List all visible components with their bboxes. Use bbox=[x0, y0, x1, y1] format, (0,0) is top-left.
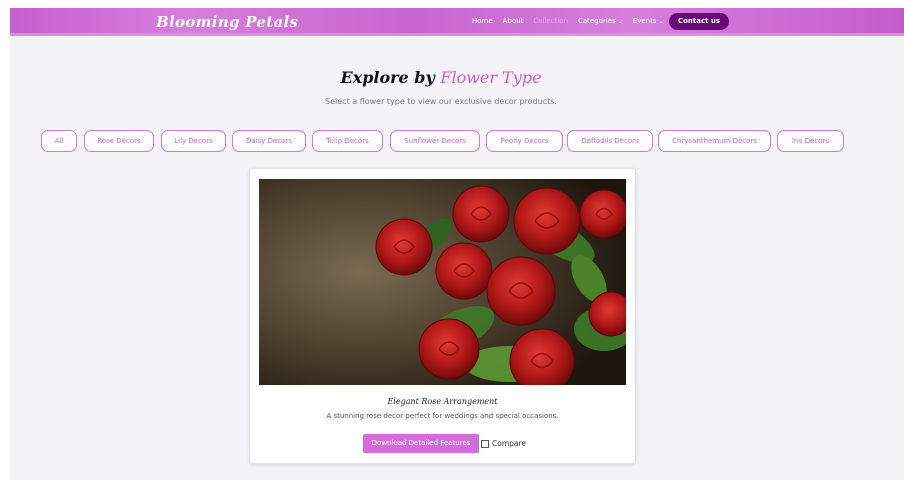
compare-checkbox[interactable] bbox=[481, 439, 489, 448]
filter-daffodils[interactable]: Daffodils Decors bbox=[567, 130, 653, 152]
nav-collection[interactable]: Collection bbox=[533, 17, 568, 25]
filter-lily[interactable]: Lily Decors bbox=[161, 130, 226, 152]
page-title-accent: Flower Type bbox=[440, 68, 542, 87]
roses-photo bbox=[259, 179, 626, 385]
product-image[interactable] bbox=[259, 179, 626, 385]
product-description: A stunning rose decor perfect for weddin… bbox=[326, 412, 559, 420]
compare-toggle[interactable]: Compare bbox=[481, 439, 526, 448]
filter-peony[interactable]: Peony Decors bbox=[486, 130, 563, 152]
nav-events[interactable]: Events ⌄ bbox=[633, 17, 664, 25]
download-features-button[interactable]: Download Detailed Features bbox=[363, 434, 479, 453]
page-title-prefix: Explore by bbox=[340, 68, 435, 87]
contact-us-button[interactable]: Contact us bbox=[669, 13, 729, 30]
nav-categories-label: Categories bbox=[578, 17, 616, 25]
nav-home[interactable]: Home bbox=[472, 17, 493, 25]
nav-about[interactable]: About bbox=[503, 17, 524, 25]
filter-tulip[interactable]: Tulip Decors bbox=[312, 130, 383, 152]
chevron-down-icon: ⌄ bbox=[617, 18, 623, 25]
filter-sunflower[interactable]: Sunflower Decors bbox=[390, 130, 480, 152]
filter-daisy[interactable]: Daisy Decors bbox=[232, 130, 306, 152]
page: Blooming Petals Home About Collection Ca… bbox=[10, 8, 904, 480]
chevron-down-icon: ⌄ bbox=[658, 18, 664, 25]
nav-links: Home About Collection Categories ⌄ Events… bbox=[472, 17, 674, 25]
brand-logo[interactable]: Blooming Petals bbox=[156, 13, 298, 31]
filter-rose[interactable]: Rose Decors bbox=[84, 130, 154, 152]
compare-label: Compare bbox=[492, 439, 527, 448]
product-title: Elegant Rose Arrangement bbox=[387, 397, 498, 406]
page-title: Explore by Flower Type bbox=[10, 68, 872, 87]
navbar: Blooming Petals Home About Collection Ca… bbox=[10, 8, 904, 36]
filter-all[interactable]: All bbox=[41, 130, 77, 152]
product-card: Elegant Rose Arrangement A stunning rose… bbox=[249, 168, 636, 464]
filter-chrysanthemum[interactable]: Chrysanthemum Decors bbox=[658, 130, 771, 152]
nav-events-label: Events bbox=[632, 17, 657, 25]
page-subtitle: Select a flower type to view our exclusi… bbox=[325, 97, 557, 106]
nav-categories[interactable]: Categories ⌄ bbox=[578, 17, 623, 25]
filter-iris[interactable]: Iris Decors bbox=[777, 130, 844, 152]
